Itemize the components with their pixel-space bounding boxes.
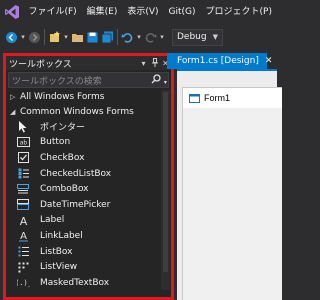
svg-text:A: A	[20, 231, 27, 242]
toolbox-item-checkedlistbox[interactable]: CheckedListBox	[6, 166, 171, 182]
listbox-icon	[16, 246, 30, 258]
form-title: Form1	[204, 93, 231, 103]
tab-label: Form1.cs [Design]	[177, 56, 259, 66]
chevron-down-icon[interactable]: ▾	[62, 28, 70, 46]
toolbox-item-label[interactable]: A Label	[6, 213, 171, 229]
chevron-down-icon[interactable]: ▾	[158, 28, 166, 46]
chevron-down-icon[interactable]: ▾	[135, 28, 143, 46]
toolbox-header: ツールボックス ▾ ✕	[6, 56, 171, 70]
toolbox-item-label: Button	[40, 137, 71, 148]
toolbar: ▾ ▾ ▾ ▾ Debug ▼	[0, 24, 277, 50]
form-body[interactable]	[183, 108, 282, 300]
toolbox-panel: ツールボックス ▾ ✕ ツールボックスの検索 ▾ ▷ All Windows F…	[3, 53, 174, 300]
toolbox-item-maskedtextbox[interactable]: (.)_ MaskedTextBox	[6, 275, 171, 291]
toolbox-item-pointer[interactable]: ポインター	[6, 119, 171, 135]
chevron-down-icon: ▼	[212, 33, 218, 41]
toolbox-search-placeholder: ツールボックスの検索	[12, 76, 102, 87]
svg-text:A: A	[19, 215, 27, 226]
chevron-down-icon[interactable]: ▾	[19, 28, 27, 46]
save-icon[interactable]	[85, 28, 100, 46]
menu-bar: ファイル(F) 編集(E) 表示(V) Git(G) プロジェクト(P)	[0, 0, 277, 24]
open-folder-icon[interactable]	[70, 28, 85, 46]
svg-text:(.)_: (.)_	[17, 279, 30, 287]
toolbox-search-input[interactable]: ツールボックスの検索 ▾	[8, 72, 169, 88]
toolbar-divider	[117, 29, 118, 45]
solution-configuration-value: Debug	[177, 32, 207, 42]
solution-configuration-select[interactable]: Debug ▼	[172, 28, 223, 46]
toolbox-title: ツールボックス	[9, 59, 72, 70]
listview-icon	[16, 261, 30, 273]
form-icon	[189, 93, 200, 103]
group-label: Common Windows Forms	[20, 106, 134, 117]
save-all-icon[interactable]	[100, 28, 115, 46]
visual-studio-logo-icon	[0, 0, 23, 24]
toolbox-item-label: Label	[40, 215, 65, 226]
toolbox-item-datetimepicker[interactable]: DateTimePicker	[6, 197, 171, 213]
group-label: All Windows Forms	[20, 91, 105, 102]
toolbox-item-label: ListBox	[40, 246, 73, 257]
tab-form1-design[interactable]: Form1.cs [Design] ✕	[167, 53, 272, 69]
toolbox-item-label: ListView	[40, 262, 78, 273]
form-preview[interactable]: Form1	[182, 87, 282, 300]
toolbox-item-button[interactable]: ab Button	[6, 135, 171, 151]
toolbox-item-label: ComboBox	[40, 184, 89, 195]
window-options-icon[interactable]: ▾	[138, 59, 149, 68]
group-common-windows-forms[interactable]: ◢ Common Windows Forms	[6, 104, 171, 119]
toolbox-item-list: ポインター ab Button CheckBox CheckedListBox …	[6, 119, 171, 291]
back-icon[interactable]	[4, 28, 19, 46]
linklabel-icon: A	[16, 230, 30, 242]
toolbox-item-combobox[interactable]: ComboBox	[6, 181, 171, 197]
toolbox-item-listbox[interactable]: ListBox	[6, 244, 171, 260]
form-title-bar: Form1	[183, 88, 282, 108]
expand-icon: ▷	[10, 92, 16, 101]
combobox-icon	[16, 183, 30, 195]
close-icon[interactable]: ✕	[265, 56, 273, 66]
toolbox-item-linklabel[interactable]: A LinkLabel	[6, 228, 171, 244]
toolbox-item-label: ポインター	[40, 123, 86, 134]
collapse-icon: ◢	[10, 107, 16, 116]
menu-edit[interactable]: 編集(E)	[82, 0, 123, 24]
menu-project[interactable]: プロジェクト(P)	[201, 0, 277, 24]
undo-icon[interactable]	[120, 28, 135, 46]
pointer-icon	[16, 120, 30, 133]
maskedtextbox-icon: (.)_	[16, 277, 30, 289]
toolbox-item-label: MaskedTextBox	[40, 277, 110, 288]
label-icon: A	[16, 214, 30, 226]
button-icon: ab	[16, 136, 30, 148]
checkedlistbox-icon	[16, 168, 30, 180]
menu-view[interactable]: 表示(V)	[122, 0, 163, 24]
toolbox-item-checkbox[interactable]: CheckBox	[6, 150, 171, 166]
pin-icon[interactable]	[149, 57, 160, 69]
new-project-icon[interactable]	[47, 28, 62, 46]
toolbox-item-listview[interactable]: ListView	[6, 259, 171, 275]
scrollbar-thumb[interactable]	[163, 92, 168, 272]
datetimepicker-icon	[16, 199, 30, 211]
redo-icon[interactable]	[143, 28, 158, 46]
toolbox-scrollbar[interactable]	[161, 90, 170, 290]
checkbox-icon	[16, 152, 30, 164]
toolbox-item-label: DateTimePicker	[40, 199, 111, 210]
toolbox-item-label: CheckBox	[40, 152, 85, 163]
menu-file[interactable]: ファイル(F)	[23, 0, 81, 24]
search-icon[interactable]: ▾	[150, 73, 168, 87]
menu-git[interactable]: Git(G)	[164, 0, 201, 24]
svg-text:ab: ab	[19, 140, 27, 147]
document-tab-bar: Form1.cs [Design] ✕	[167, 53, 277, 69]
toolbox-item-label: CheckedListBox	[40, 168, 112, 179]
toolbox-item-label: LinkLabel	[40, 230, 83, 241]
toolbar-divider	[44, 29, 45, 45]
designer-surface: Form1	[177, 71, 282, 300]
group-all-windows-forms[interactable]: ▷ All Windows Forms	[6, 89, 171, 104]
forward-icon[interactable]	[27, 28, 42, 46]
